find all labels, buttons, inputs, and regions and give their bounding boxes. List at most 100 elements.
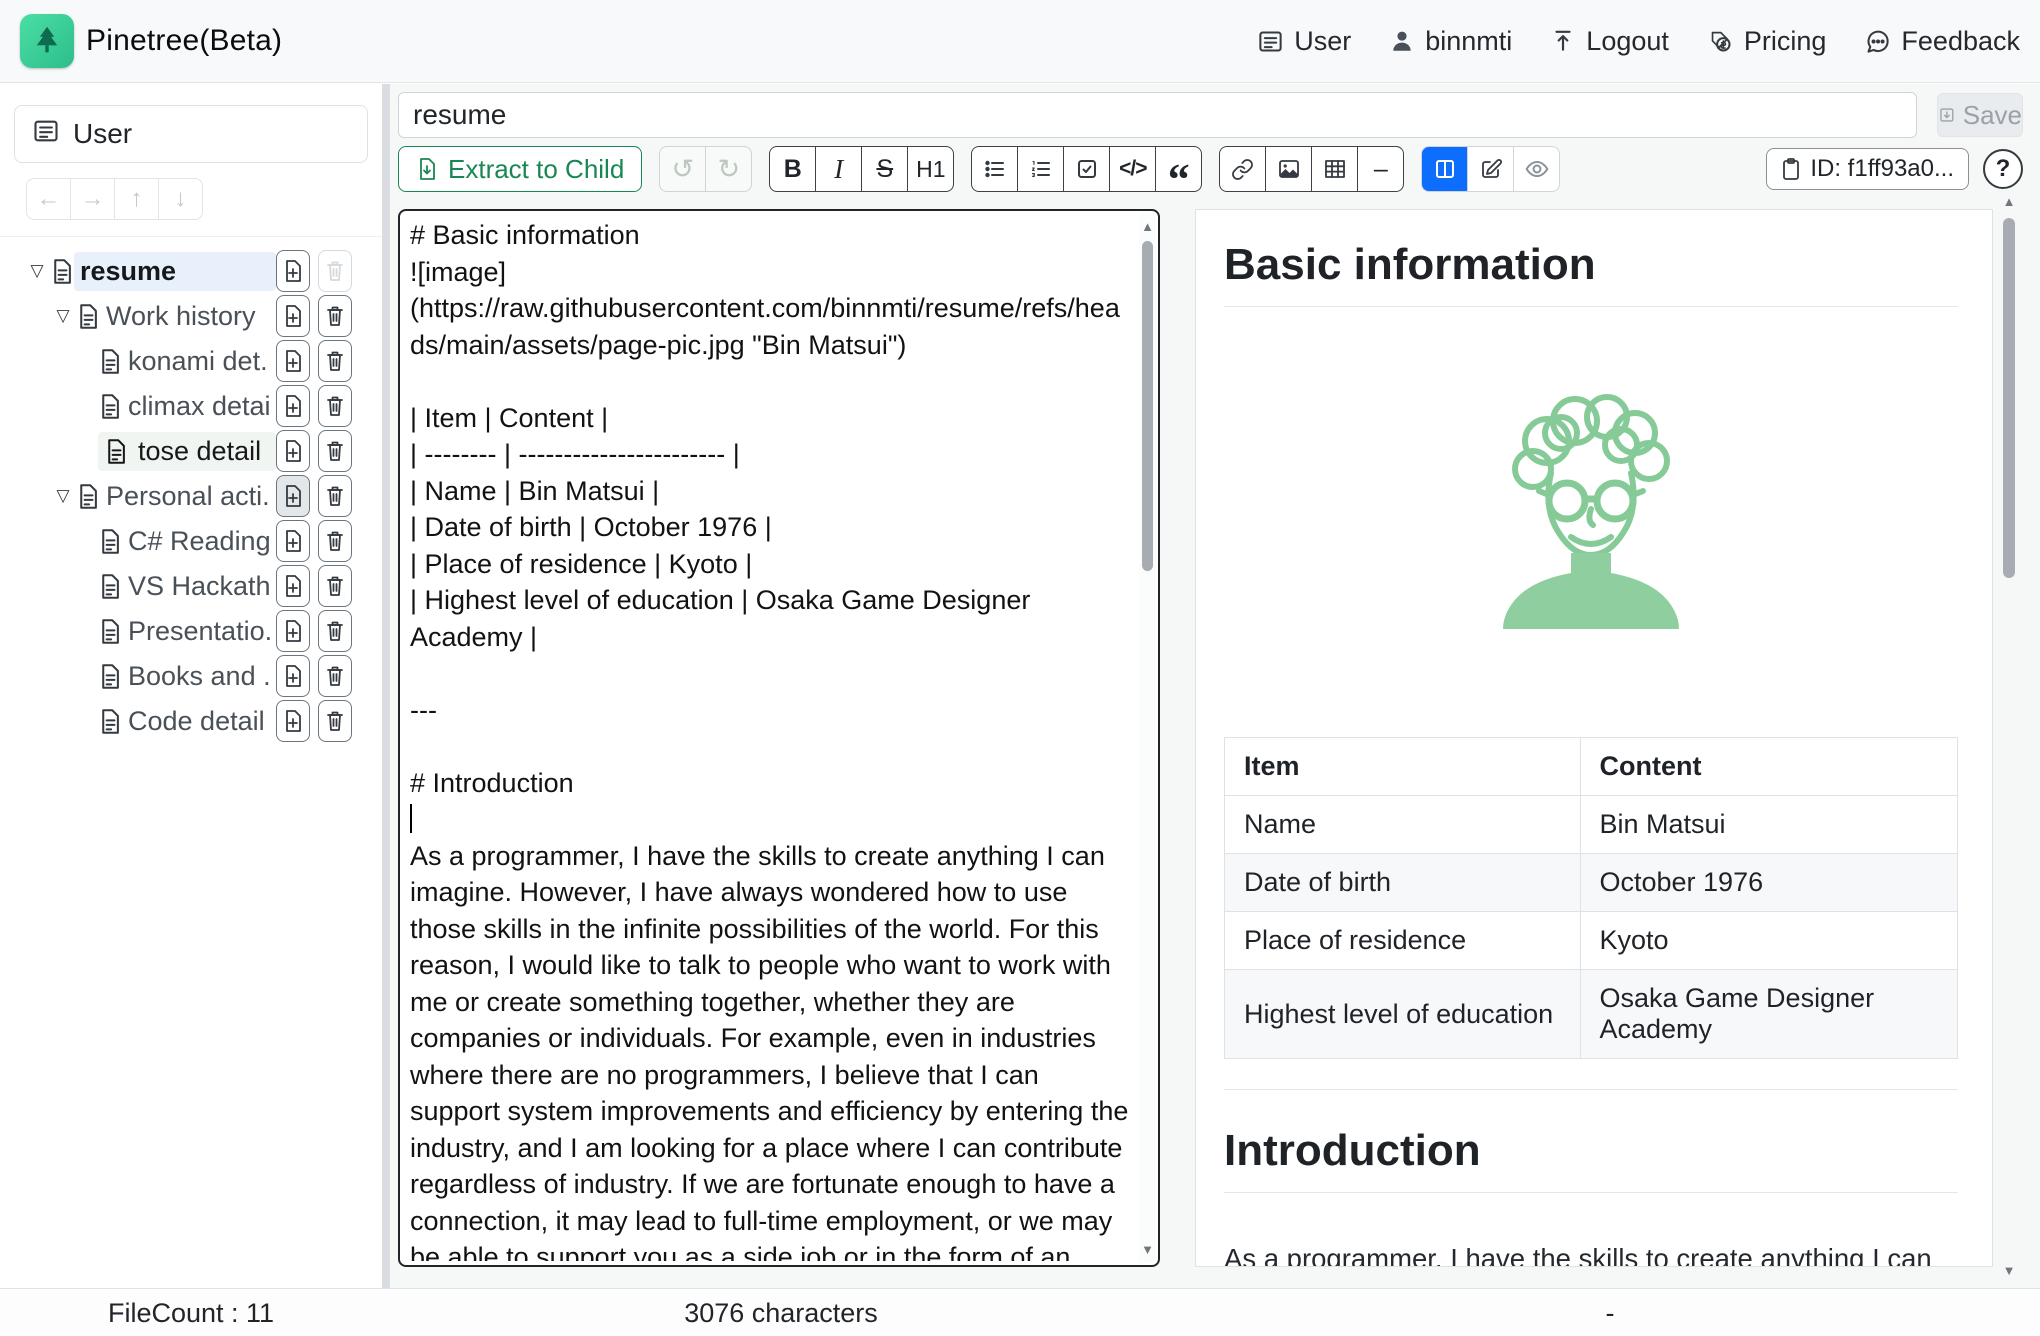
help-button[interactable]: ?: [1983, 149, 2023, 189]
add-child-button[interactable]: [276, 430, 310, 472]
save-button[interactable]: Save: [1937, 93, 2023, 137]
list-group: </> “: [971, 146, 1202, 192]
scroll-down-icon[interactable]: ▼: [1139, 1242, 1156, 1257]
delete-button[interactable]: [318, 475, 352, 517]
code-button[interactable]: </>: [1109, 146, 1156, 192]
scroll-down-icon[interactable]: ▼: [2001, 1263, 2017, 1278]
tree-item-konami-detail[interactable]: konami det...: [0, 340, 382, 382]
italic-button[interactable]: I: [815, 146, 862, 192]
tree-item-label: VS Hackath...: [128, 571, 270, 602]
delete-button[interactable]: [318, 430, 352, 472]
add-child-button[interactable]: [276, 610, 310, 652]
add-child-button[interactable]: [276, 565, 310, 607]
ordered-list-button[interactable]: [1017, 146, 1064, 192]
bullet-list-button[interactable]: [971, 146, 1018, 192]
markdown-editor[interactable]: # Basic information ![image](https://raw…: [398, 209, 1160, 1267]
tree-item-personal-activities[interactable]: ▽ Personal acti...: [0, 475, 382, 517]
trash-icon: [325, 439, 345, 463]
delete-button[interactable]: [318, 295, 352, 337]
add-child-button[interactable]: [276, 295, 310, 337]
preview-horizontal-rule: [1224, 1089, 1958, 1090]
checkbox-button[interactable]: [1063, 146, 1110, 192]
tree-item-csharp-reading[interactable]: C# Reading...: [0, 520, 382, 562]
person-icon: [1389, 28, 1415, 54]
document-id-button[interactable]: ID: f1ff93a0...: [1766, 148, 1969, 190]
horizontal-rule-button[interactable]: –: [1357, 146, 1404, 192]
delete-button[interactable]: [318, 520, 352, 562]
table-icon: [1323, 157, 1347, 181]
extract-to-child-label: Extract to Child: [448, 154, 624, 185]
arrow-left-icon: ←: [37, 185, 61, 213]
tree-item-vs-hackathon[interactable]: VS Hackath...: [0, 565, 382, 607]
add-child-button[interactable]: [276, 385, 310, 427]
add-child-button[interactable]: [276, 520, 310, 562]
tree-item-resume[interactable]: ▽ resume: [0, 250, 382, 292]
tree-item-presentation[interactable]: Presentatio...: [0, 610, 382, 652]
nav-pricing[interactable]: Pricing: [1707, 26, 1827, 57]
save-icon: [1938, 103, 1956, 127]
document-title-input[interactable]: [398, 92, 1917, 138]
trash-icon: [325, 349, 345, 373]
nav-back-button[interactable]: ←: [26, 178, 71, 220]
tree-item-work-history[interactable]: ▽ Work history: [0, 295, 382, 337]
trash-icon: [325, 619, 345, 643]
tree-item-code-detail[interactable]: Code detail: [0, 700, 382, 742]
preview-view-button[interactable]: [1513, 146, 1560, 192]
eye-icon: [1524, 156, 1550, 182]
quote-button[interactable]: “: [1155, 146, 1202, 192]
markdown-textarea[interactable]: # Basic information ![image](https://raw…: [410, 217, 1132, 1261]
minus-icon: –: [1374, 155, 1388, 184]
delete-button[interactable]: [318, 655, 352, 697]
extract-to-child-button[interactable]: Extract to Child: [398, 146, 642, 192]
nav-up-button[interactable]: ↑: [114, 178, 159, 220]
scroll-up-icon[interactable]: ▲: [2001, 194, 2017, 209]
sidebar-resizer[interactable]: [382, 84, 390, 1336]
table-header-item: Item: [1225, 738, 1581, 796]
tree-item-books[interactable]: Books and ...: [0, 655, 382, 697]
tree-item-climax-detail[interactable]: climax detail: [0, 385, 382, 427]
delete-button[interactable]: [318, 385, 352, 427]
editor-scrollbar[interactable]: ▲ ▼: [1139, 213, 1156, 1263]
strikethrough-button[interactable]: S: [861, 146, 908, 192]
editor-scrollbar-thumb[interactable]: [1142, 241, 1153, 571]
add-child-button[interactable]: [276, 475, 310, 517]
delete-button[interactable]: [318, 700, 352, 742]
nav-forward-button[interactable]: →: [70, 178, 115, 220]
document-icon: [76, 483, 100, 510]
edit-view-button[interactable]: [1467, 146, 1514, 192]
file-plus-icon: [283, 709, 303, 733]
delete-button[interactable]: [318, 565, 352, 607]
file-plus-icon: [283, 259, 303, 283]
nav-down-button[interactable]: ↓: [158, 178, 203, 220]
nav-user[interactable]: User: [1257, 26, 1351, 57]
expander-icon[interactable]: ▽: [24, 261, 50, 281]
preview-intro-paragraph: As a programmer, I have the skills to cr…: [1224, 1239, 1958, 1267]
add-child-button[interactable]: [276, 700, 310, 742]
nav-account[interactable]: binnmti: [1389, 26, 1512, 57]
add-child-button[interactable]: [276, 340, 310, 382]
split-view-button[interactable]: [1421, 146, 1468, 192]
link-button[interactable]: [1219, 146, 1266, 192]
table-header-content: Content: [1580, 738, 1958, 796]
tree-item-tose-detail[interactable]: tose detail: [0, 430, 382, 472]
expander-icon[interactable]: ▽: [50, 486, 76, 506]
bold-button[interactable]: B: [769, 146, 816, 192]
undo-button[interactable]: ↺: [659, 146, 706, 192]
add-child-button[interactable]: [276, 250, 310, 292]
scroll-up-icon[interactable]: ▲: [1139, 219, 1156, 234]
image-button[interactable]: [1265, 146, 1312, 192]
delete-button[interactable]: [318, 610, 352, 652]
expander-icon[interactable]: ▽: [50, 306, 76, 326]
list-icon: [1257, 28, 1284, 55]
preview-scrollbar[interactable]: ▲ ▼: [2001, 192, 2017, 1284]
nav-logout[interactable]: Logout: [1550, 26, 1669, 57]
preview-scrollbar-thumb[interactable]: [2003, 218, 2015, 578]
table-button[interactable]: [1311, 146, 1358, 192]
redo-button[interactable]: ↻: [705, 146, 752, 192]
add-child-button[interactable]: [276, 655, 310, 697]
sidebar-user-panel[interactable]: User: [14, 105, 368, 163]
avatar-wrap: [1224, 385, 1958, 651]
delete-button[interactable]: [318, 340, 352, 382]
heading-button[interactable]: H1: [907, 146, 954, 192]
nav-feedback[interactable]: Feedback: [1864, 26, 2020, 57]
